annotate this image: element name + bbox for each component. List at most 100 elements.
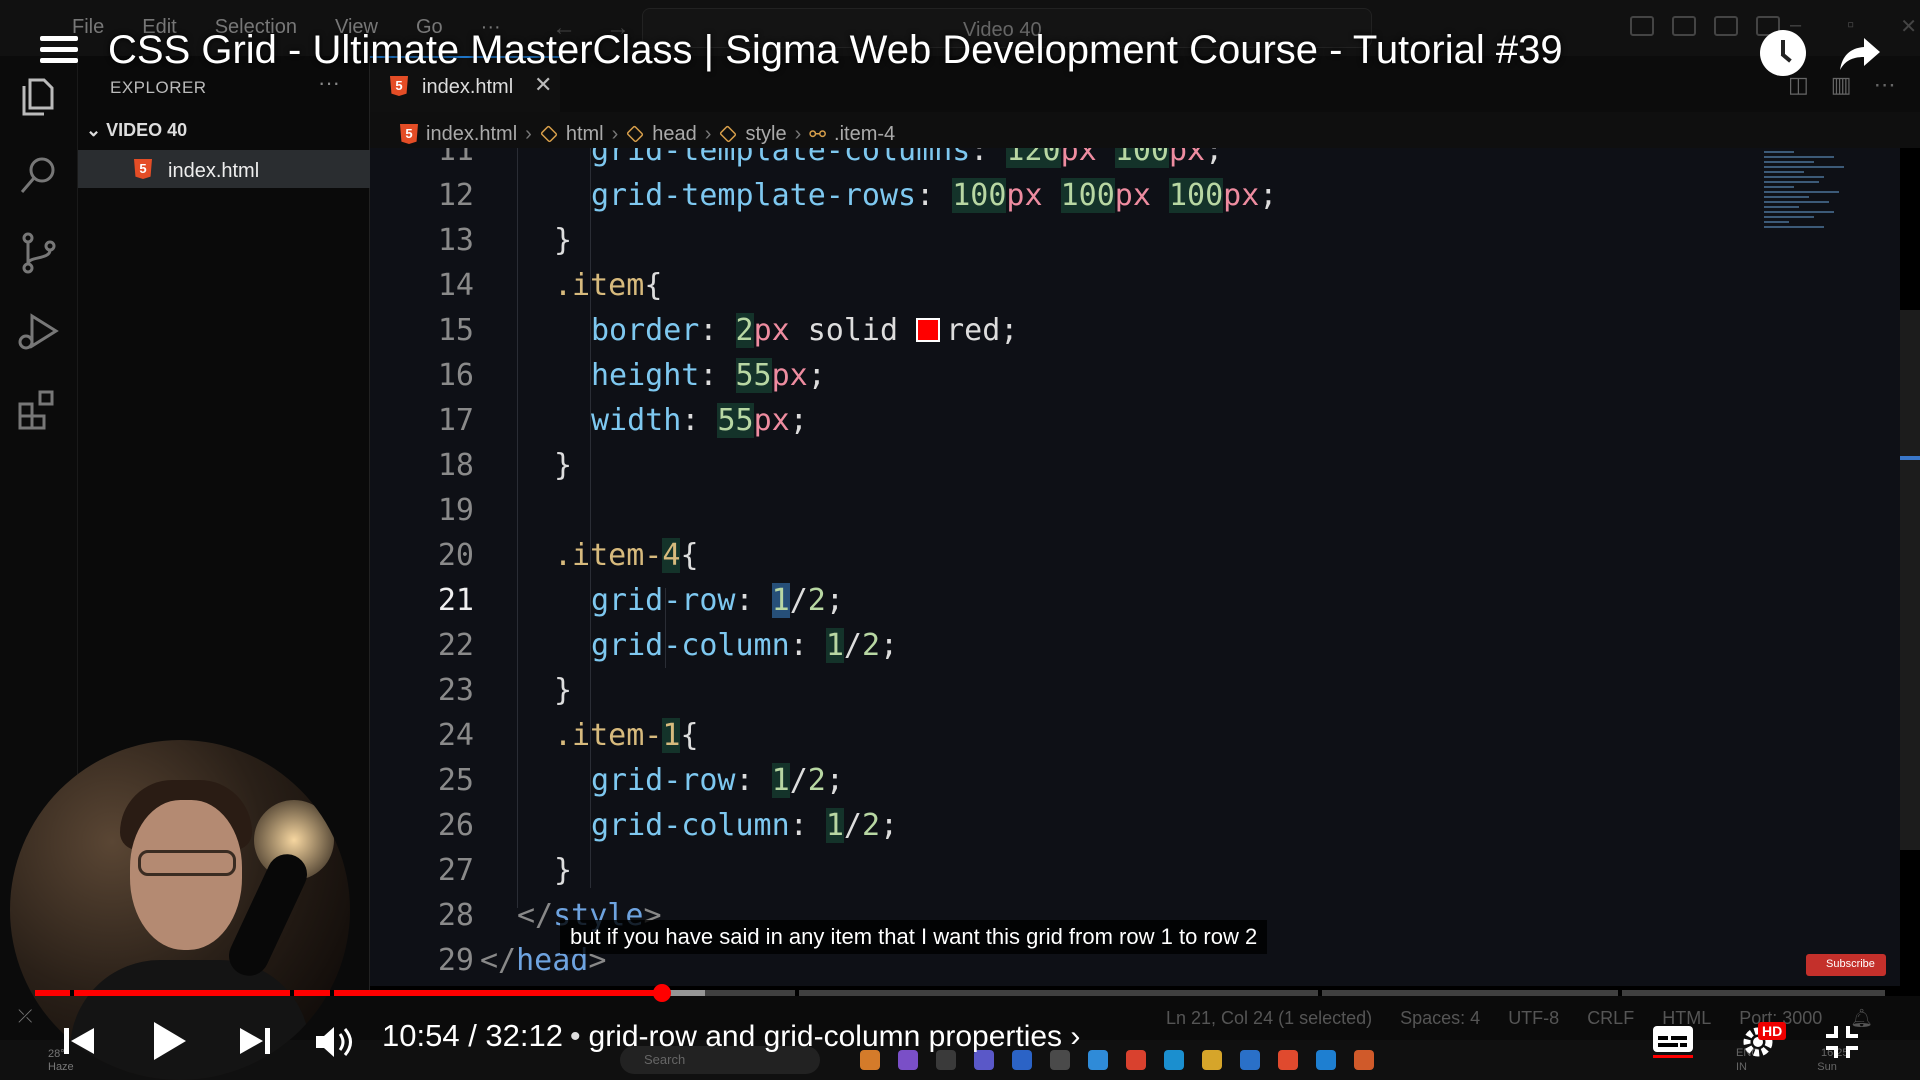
breadcrumb-head[interactable]: head	[652, 123, 697, 146]
progress-played	[35, 990, 662, 996]
previous-icon[interactable]	[62, 1024, 96, 1058]
scrollbar-cursor-marker	[1900, 456, 1920, 460]
code-line[interactable]: 27}	[370, 848, 1900, 893]
toggle-secondary-sidebar-icon[interactable]	[1714, 16, 1738, 36]
line-number: 24	[437, 718, 474, 753]
breadcrumb-style[interactable]: style	[745, 123, 786, 146]
breadcrumb-html[interactable]: html	[566, 123, 604, 146]
line-number: 25	[437, 763, 474, 798]
chapter-marker	[70, 990, 74, 996]
progress-scrubber[interactable]	[653, 984, 671, 1002]
line-number: 20	[437, 538, 474, 573]
line-number: 28	[437, 898, 474, 933]
code-line[interactable]: 26 grid-column: 1/2;	[370, 803, 1900, 848]
code-text: }	[554, 223, 573, 258]
chapter-marker	[290, 990, 294, 996]
run-debug-icon[interactable]	[16, 308, 62, 354]
color-swatch[interactable]	[916, 318, 941, 342]
line-number: 18	[437, 448, 474, 483]
code-text: grid-column: 1/2;	[591, 628, 899, 663]
line-number: 27	[437, 853, 474, 888]
code-line[interactable]: 16 height: 55px;	[370, 353, 1900, 398]
tab-label: index.html	[422, 76, 514, 98]
exit-fullscreen-icon[interactable]	[1824, 1024, 1860, 1060]
breadcrumb-selector[interactable]: .item-4	[834, 123, 895, 146]
chapter-button[interactable]: • grid-row and grid-column properties ›	[570, 1020, 1080, 1054]
code-line[interactable]: 24 .item-1{	[370, 713, 1900, 758]
code-line[interactable]: 11 grid-template-columns: 120px 100px;	[370, 148, 1900, 173]
code-line[interactable]: 14 .item{	[370, 263, 1900, 308]
code-line[interactable]: 13}	[370, 218, 1900, 263]
toggle-panel-icon[interactable]	[1672, 16, 1696, 36]
code-line[interactable]: 15 border: 2px solid red;	[370, 308, 1900, 353]
volume-icon[interactable]	[314, 1024, 354, 1060]
chevron-down-icon: ⌄	[86, 120, 107, 140]
chapter-bullet: •	[570, 1020, 581, 1053]
code-line[interactable]: 12 grid-template-rows: 100px 100px 100px;	[370, 173, 1900, 218]
code-line[interactable]: 17 width: 55px;	[370, 398, 1900, 443]
line-number: 26	[437, 808, 474, 843]
folder-label: VIDEO 40	[106, 120, 188, 140]
search-icon[interactable]	[16, 152, 62, 198]
line-number: 12	[437, 178, 474, 213]
code-text: }	[554, 673, 573, 708]
close-window-icon[interactable]: ✕	[1900, 14, 1917, 39]
code-text: height: 55px;	[591, 358, 826, 393]
code-line[interactable]: 18}	[370, 443, 1900, 488]
code-line[interactable]: 23}	[370, 668, 1900, 713]
extensions-icon[interactable]	[16, 386, 62, 432]
line-number: 21	[437, 583, 474, 618]
line-number: 16	[437, 358, 474, 393]
toggle-sidebar-icon[interactable]	[1630, 16, 1654, 36]
subscribe-watermark[interactable]: Subscribe	[1806, 954, 1886, 976]
subtitles-icon[interactable]	[1652, 1024, 1694, 1058]
breadcrumb: 5 index.html › html › head › style › ⚯ .…	[370, 112, 1920, 148]
code-editor[interactable]: 11 grid-template-columns: 120px 100px; 12 g…	[370, 148, 1900, 986]
chevron-right-icon: ›	[794, 122, 802, 145]
file-label: index.html	[168, 160, 260, 182]
source-control-icon[interactable]	[16, 230, 62, 276]
code-line[interactable]: 19	[370, 488, 1900, 533]
line-number: 29	[437, 943, 474, 978]
code-text: grid-template-columns: 120px 100px;	[591, 148, 1223, 173]
folder-video-40[interactable]: ⌄ VIDEO 40	[86, 120, 187, 141]
watch-later-icon[interactable]	[1760, 30, 1806, 76]
code-text: }	[554, 448, 573, 483]
subtitle-caption: but if you have said in any item that I …	[560, 920, 1268, 954]
chevron-right-icon: ›	[1070, 1020, 1081, 1053]
file-index-html[interactable]: 5 index.html	[78, 150, 370, 188]
code-text: grid-row: 1/2;	[591, 583, 844, 618]
code-text: grid-column: 1/2;	[591, 808, 899, 843]
code-text: grid-row: 1/2;	[591, 763, 844, 798]
code-text: .item-1{	[554, 718, 699, 753]
line-number: 13	[437, 223, 474, 258]
explorer-more-icon[interactable]: ···	[318, 70, 340, 96]
element-icon	[626, 124, 645, 144]
breadcrumb-file[interactable]: index.html	[426, 123, 517, 146]
html5-icon: 5	[134, 159, 152, 179]
minimap[interactable]	[1764, 148, 1864, 288]
chevron-right-icon: ›	[611, 122, 619, 145]
code-text: border: 2px solid red;	[591, 313, 1019, 348]
play-icon[interactable]	[150, 1020, 188, 1062]
code-line[interactable]: 22 grid-column: 1/2;	[370, 623, 1900, 668]
code-line[interactable]: 21 grid-row: 1/2;	[370, 578, 1900, 623]
element-icon	[539, 124, 558, 144]
chapter-marker	[795, 990, 799, 996]
code-line[interactable]: 20 .item-4{	[370, 533, 1900, 578]
explorer-icon[interactable]	[16, 74, 62, 120]
presenter-glasses	[138, 850, 236, 876]
share-icon[interactable]	[1838, 30, 1884, 76]
compare-icon[interactable]: ◫	[1788, 72, 1809, 98]
close-icon[interactable]: ✕	[534, 72, 552, 98]
selector-icon: ⚯	[809, 123, 827, 146]
video-title[interactable]: CSS Grid - Ultimate MasterClass | Sigma …	[108, 28, 1563, 73]
code-line[interactable]: 25 grid-row: 1/2;	[370, 758, 1900, 803]
explorer-title: EXPLORER	[110, 78, 207, 97]
chapter-marker	[1618, 990, 1622, 996]
playlist-menu-icon[interactable]	[40, 36, 78, 68]
chapter-title: grid-row and grid-column properties	[588, 1020, 1063, 1053]
editor-scrollbar[interactable]	[1900, 310, 1920, 850]
line-number: 14	[437, 268, 474, 303]
next-icon[interactable]	[238, 1024, 272, 1058]
